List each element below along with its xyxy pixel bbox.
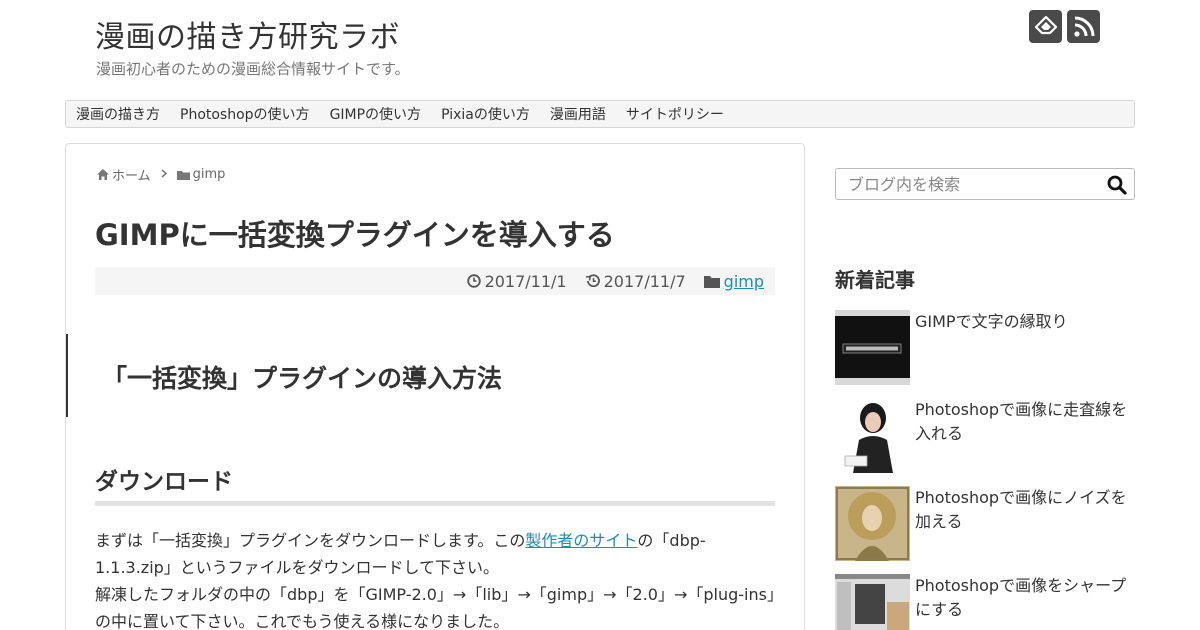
recent-post-title[interactable]: Photoshopで画像にノイズを加える (915, 486, 1135, 561)
published-date: 2017/11/1 (466, 271, 567, 291)
category-link[interactable]: gimp (724, 272, 764, 291)
main-navigation: 漫画の描き方 Photoshopの使い方 GIMPの使い方 Pixiaの使い方 … (65, 100, 1135, 128)
history-icon (585, 274, 600, 288)
creator-site-link[interactable]: 製作者のサイト (525, 531, 637, 550)
updated-date-text: 2017/11/7 (603, 271, 686, 291)
subsection-heading: ダウンロード (95, 469, 233, 495)
recent-posts-heading: 新着記事 (835, 268, 915, 292)
recent-post-title[interactable]: Photoshopで画像をシャープにする (915, 574, 1135, 630)
post-thumbnail[interactable] (835, 310, 910, 385)
clock-icon (466, 274, 481, 288)
search-box (835, 168, 1135, 200)
article-container: ホーム gimp GIMPに一括変換プラグインを導入する 2017/11/1 2… (65, 143, 805, 630)
chevron-right-icon (161, 167, 167, 182)
home-icon (97, 169, 109, 180)
published-date-text: 2017/11/1 (484, 271, 567, 291)
paragraph-download: まずは「一括変換」プラグインをダウンロードします。この製作者のサイトの「dbp-… (95, 527, 780, 581)
search-button[interactable] (1106, 174, 1128, 196)
nav-item-pixia[interactable]: Pixiaの使い方 (441, 104, 530, 124)
article-meta: 2017/11/1 2017/11/7 gimp (95, 267, 775, 295)
recent-post[interactable]: Photoshopで画像をシャープにする (835, 574, 1135, 630)
nav-item-manga-drawing[interactable]: 漫画の描き方 (76, 104, 160, 124)
recent-post[interactable]: GIMPで文字の縁取り (835, 310, 1135, 385)
folder-icon (176, 170, 190, 180)
search-input[interactable] (836, 169, 1096, 199)
site-description: 漫画初心者のための漫画総合情報サイトです。 (96, 60, 410, 78)
folder-icon (703, 275, 720, 288)
post-thumbnail[interactable] (835, 398, 910, 473)
section-heading: 「一括変換」プラグインの導入方法 (102, 364, 503, 393)
recent-post-title[interactable]: GIMPで文字の縁取り (915, 310, 1068, 385)
nav-item-gimp[interactable]: GIMPの使い方 (330, 104, 422, 124)
header-social-icons (1029, 10, 1100, 43)
site-title[interactable]: 漫画の描き方研究ラボ (95, 12, 400, 56)
breadcrumb-category[interactable]: gimp (193, 167, 226, 182)
post-thumbnail[interactable] (835, 486, 910, 561)
nav-item-manga-terms[interactable]: 漫画用語 (550, 104, 606, 124)
updated-date: 2017/11/7 (585, 272, 686, 291)
recent-post[interactable]: Photoshopで画像にノイズを加える (835, 486, 1135, 561)
nav-item-site-policy[interactable]: サイトポリシー (626, 104, 724, 124)
article-category: gimp (703, 272, 764, 291)
search-icon (1107, 175, 1127, 195)
recent-post-title[interactable]: Photoshopで画像に走査線を入れる (915, 398, 1135, 473)
post-thumbnail[interactable] (835, 574, 910, 630)
article-title: GIMPに一括変換プラグインを導入する (95, 218, 615, 252)
recent-post[interactable]: Photoshopで画像に走査線を入れる (835, 398, 1135, 473)
heading-accent-bar (66, 334, 68, 417)
nav-item-photoshop[interactable]: Photoshopの使い方 (180, 104, 310, 124)
breadcrumb: ホーム gimp (97, 165, 225, 184)
rss-icon[interactable] (1067, 10, 1100, 43)
paragraph-install: 解凍したフォルダの中の「dbp」を「GIMP-2.0」→「lib」→「gimp」… (95, 585, 775, 630)
breadcrumb-home[interactable]: ホーム (112, 165, 151, 184)
feedly-icon[interactable] (1029, 10, 1062, 43)
heading-underline (95, 501, 775, 506)
paragraph-text: まずは「一括変換」プラグインをダウンロードします。この (95, 531, 526, 550)
